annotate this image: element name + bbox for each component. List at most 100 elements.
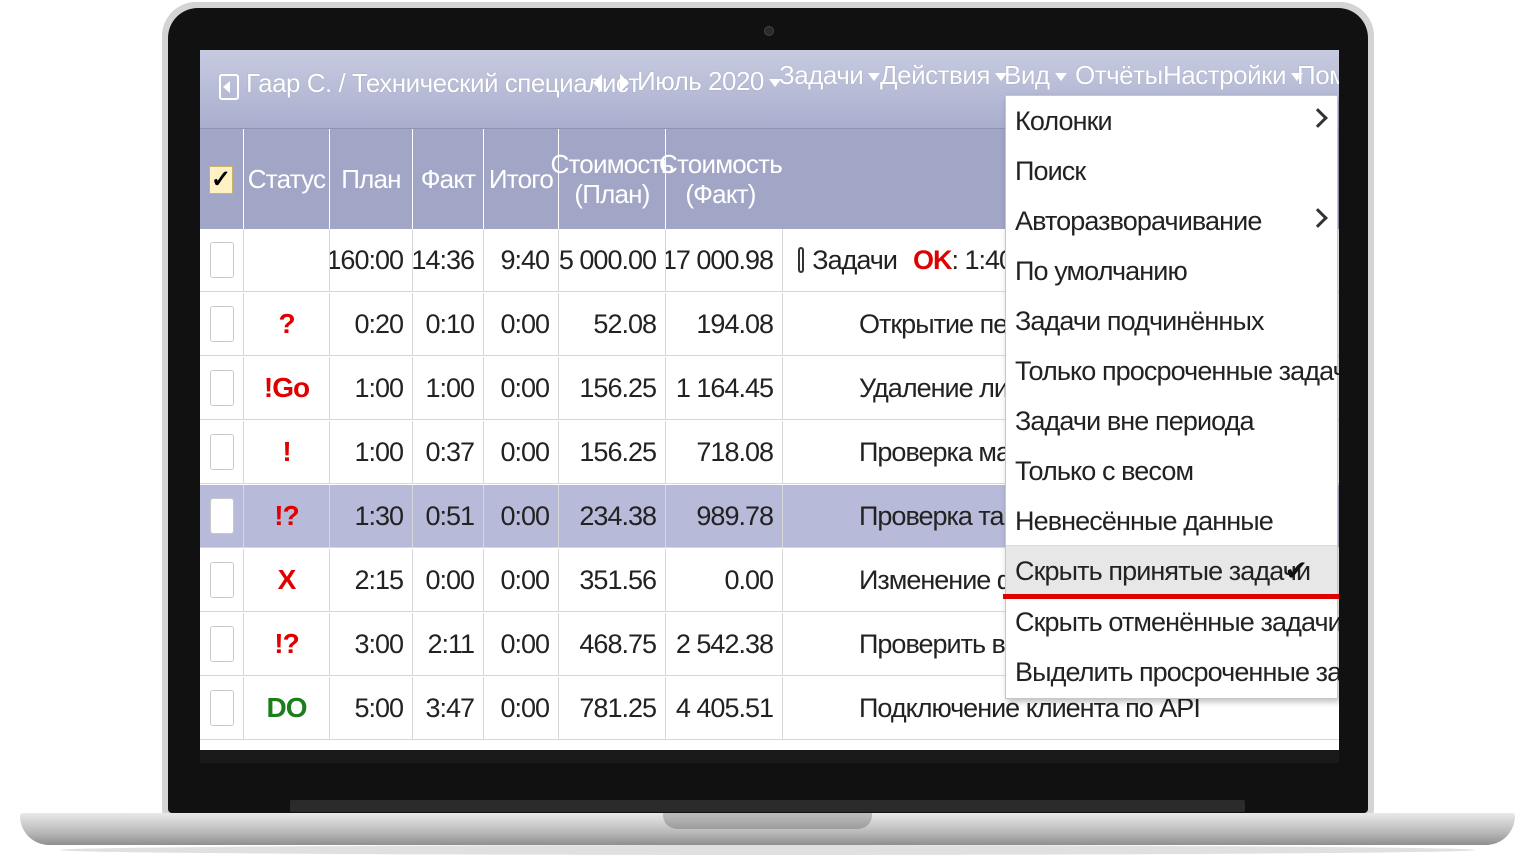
plan-cell: 1:30: [330, 485, 413, 547]
menu-item-hide-accepted[interactable]: Скрыть принятые задачи ✔: [1006, 546, 1337, 596]
next-period-icon[interactable]: [620, 74, 629, 92]
plan-cell: 5:00: [330, 677, 413, 739]
status-badge: !Go: [244, 357, 330, 419]
status-badge: !?: [244, 485, 330, 547]
camera-icon: [764, 26, 774, 36]
row-checkbox[interactable]: [210, 306, 234, 342]
ok-value: : 1:40: [951, 244, 1013, 275]
menu-item-highlight-overdue[interactable]: Выделить просроченные задачи: [1006, 647, 1339, 697]
row-checkbox-cell: [200, 229, 244, 291]
menu-item-out-of-period[interactable]: Задачи вне периода: [1006, 396, 1337, 446]
user-breadcrumb[interactable]: Гаар С. / Технический специалист: [246, 68, 640, 99]
total-cell: 9:40: [484, 229, 559, 291]
select-all-checkbox[interactable]: ✓: [209, 166, 233, 194]
plan-cell: 1:00: [330, 357, 413, 419]
task-group-cell: Задачи OK: 1:40: [783, 229, 1013, 291]
fact-cell: 2:11: [413, 613, 484, 675]
collapse-panel-icon[interactable]: [219, 74, 239, 100]
ok-label: OK: [912, 244, 952, 275]
column-status[interactable]: Статус: [244, 129, 330, 229]
chevron-down-icon: [868, 73, 881, 82]
menu-help[interactable]: Пом: [1297, 60, 1339, 91]
fact-cell: 14:36: [413, 229, 484, 291]
menu-actions-label: Действия: [880, 60, 990, 90]
period-selector[interactable]: Июль 2020: [637, 66, 781, 97]
view-dropdown-menu: Колонки Поиск Авторазворачивание По умол…: [1005, 95, 1339, 699]
row-checkbox[interactable]: [210, 562, 234, 598]
laptop-hinge: [290, 800, 1245, 812]
plan-cell: 1:00: [330, 421, 413, 483]
menu-item-only-overdue[interactable]: Только просроченные задачи: [1006, 346, 1339, 396]
menu-item-search[interactable]: Поиск: [1006, 146, 1337, 196]
row-checkbox[interactable]: [210, 626, 234, 662]
menu-settings-label: Настройки: [1163, 60, 1287, 90]
plan-cell: 0:20: [330, 293, 413, 355]
row-checkbox[interactable]: [210, 690, 234, 726]
total-cell: 0:00: [484, 677, 559, 739]
menu-reports[interactable]: Отчёты: [1075, 60, 1163, 91]
status-badge: !: [244, 421, 330, 483]
cost-plan-cell: 468.75: [559, 613, 666, 675]
task-group-title: Задачи: [812, 244, 898, 275]
status-cell: [244, 229, 330, 291]
row-checkbox-cell: [200, 421, 244, 483]
cost-fact-cell: 718.08: [666, 421, 783, 483]
fact-cell: 0:37: [413, 421, 484, 483]
status-badge: DO: [244, 677, 330, 739]
menu-item-label: Скрыть принятые задачи: [1015, 555, 1311, 586]
row-checkbox-cell: [200, 677, 244, 739]
cost-fact-cell: 989.78: [666, 485, 783, 547]
prev-period-icon[interactable]: [593, 74, 602, 92]
cost-plan-cell: 156.25: [559, 357, 666, 419]
menu-item-auto-expand[interactable]: Авторазворачивание: [1006, 196, 1337, 246]
screen-bottom-edge: [200, 750, 1339, 763]
collapse-group-icon[interactable]: [798, 247, 805, 273]
menu-actions[interactable]: Действия: [880, 60, 1007, 91]
chevron-right-icon: [1308, 208, 1328, 228]
menu-item-hide-cancelled[interactable]: Скрыть отменённые задачи: [1006, 597, 1339, 647]
laptop-shadow: [60, 845, 1475, 855]
cost-plan-cell: 25 000.00: [559, 229, 666, 291]
row-checkbox-cell: [200, 357, 244, 419]
menu-view-label: Вид: [1004, 60, 1050, 90]
row-checkbox-cell: [200, 293, 244, 355]
menu-tasks[interactable]: Задачи: [779, 60, 881, 91]
menu-view[interactable]: Вид: [1004, 60, 1067, 91]
checkmark-icon: ✔: [1284, 555, 1307, 586]
status-badge: !?: [244, 613, 330, 675]
menu-settings[interactable]: Настройки: [1163, 60, 1303, 91]
menu-item-label: Авторазворачивание: [1015, 205, 1262, 236]
menu-item-subordinates-tasks[interactable]: Задачи подчинённых: [1006, 296, 1337, 346]
cost-fact-cell: 1 164.45: [666, 357, 783, 419]
column-fact[interactable]: Факт: [413, 129, 484, 229]
row-checkbox[interactable]: [210, 434, 234, 470]
column-total[interactable]: Итого: [484, 129, 559, 229]
cost-plan-cell: 156.25: [559, 421, 666, 483]
column-cost-fact[interactable]: Стоимость (Факт): [659, 129, 783, 229]
period-label: Июль 2020: [637, 66, 764, 96]
cost-fact-cell: 0.00: [666, 549, 783, 611]
total-cell: 0:00: [484, 293, 559, 355]
cost-fact-cell: 17 000.98: [666, 229, 783, 291]
status-badge: ?: [244, 293, 330, 355]
menu-item-label: Колонки: [1015, 105, 1113, 136]
total-cell: 0:00: [484, 549, 559, 611]
fact-cell: 0:51: [413, 485, 484, 547]
row-checkbox[interactable]: [210, 498, 234, 534]
menu-item-columns[interactable]: Колонки: [1006, 96, 1337, 146]
column-cost-plan[interactable]: Стоимость (План): [551, 129, 674, 229]
menu-item-only-weighted[interactable]: Только с весом: [1006, 446, 1337, 496]
laptop-notch: [663, 813, 872, 829]
row-checkbox-cell: [200, 549, 244, 611]
status-badge: X: [244, 549, 330, 611]
cost-fact-cell: 4 405.51: [666, 677, 783, 739]
menu-item-default[interactable]: По умолчанию: [1006, 246, 1337, 296]
row-checkbox[interactable]: [210, 242, 234, 278]
fact-cell: 1:00: [413, 357, 484, 419]
total-cell: 0:00: [484, 485, 559, 547]
fact-cell: 0:10: [413, 293, 484, 355]
column-plan[interactable]: План: [330, 129, 413, 229]
row-checkbox[interactable]: [210, 370, 234, 406]
total-cell: 0:00: [484, 421, 559, 483]
menu-item-missing-data[interactable]: Невнесённые данные: [1006, 496, 1337, 546]
